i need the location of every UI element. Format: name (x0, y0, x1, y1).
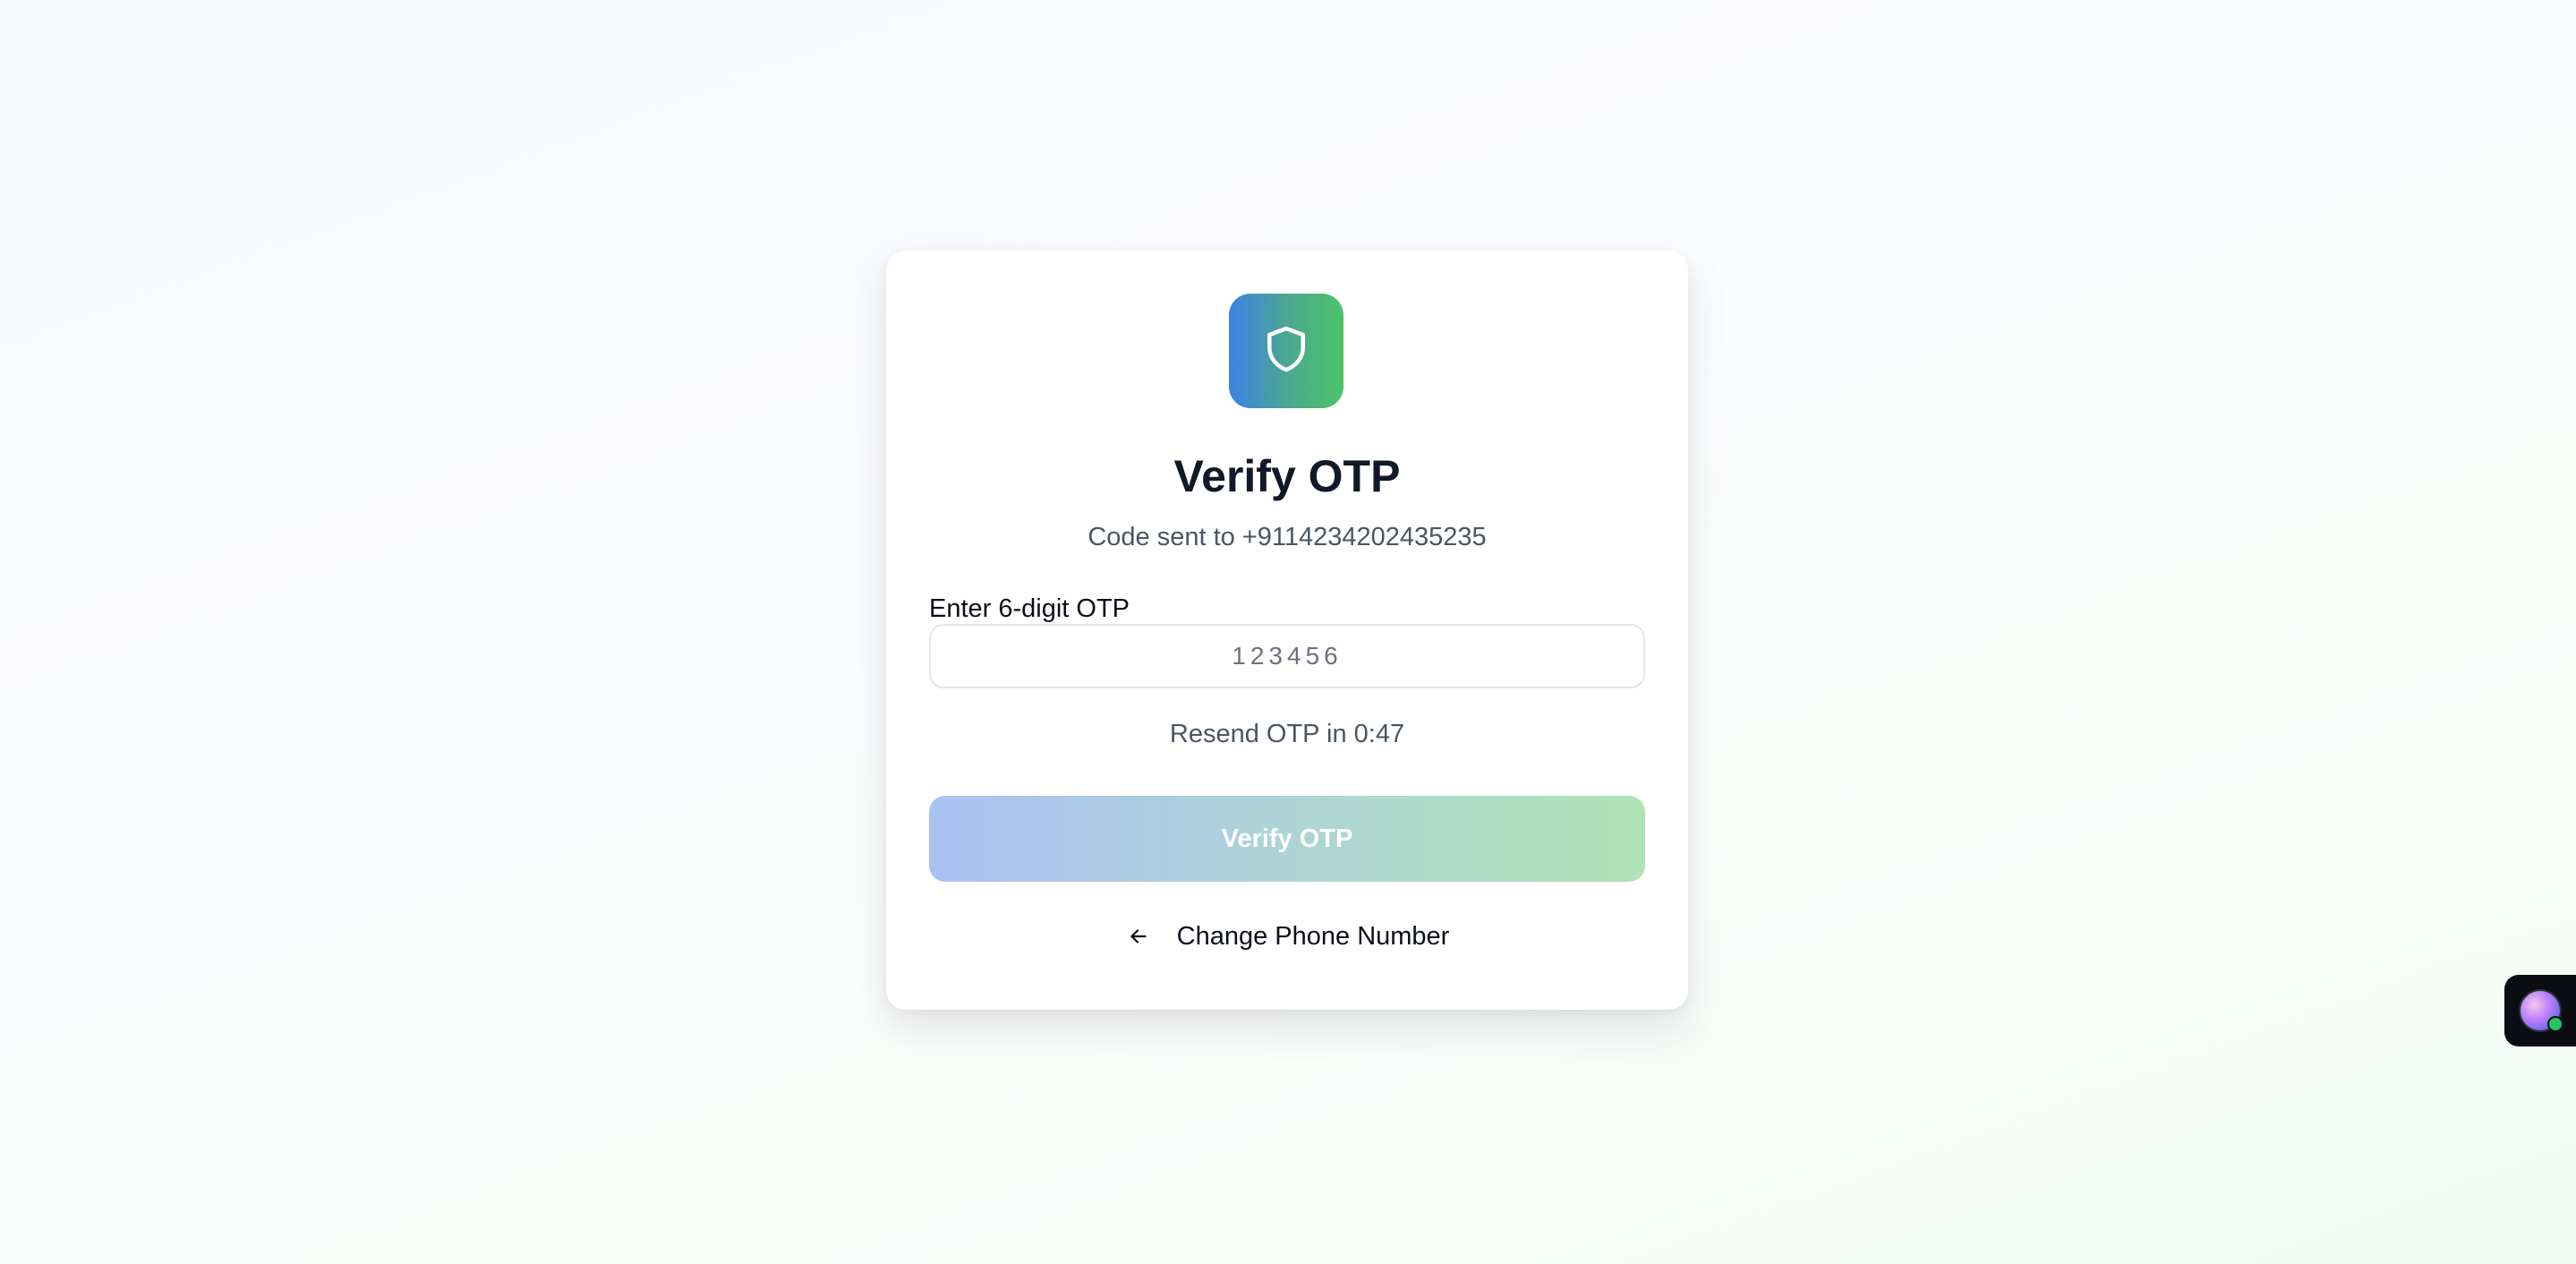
online-status-dot (2547, 1016, 2563, 1032)
otp-field-label: Enter 6-digit OTP (929, 594, 1130, 623)
avatar (2519, 989, 2563, 1032)
otp-input[interactable] (929, 624, 1645, 688)
change-phone-number-label: Change Phone Number (1176, 921, 1450, 951)
code-sent-message: Code sent to +9114234202435235 (1088, 523, 1487, 551)
arrow-left-icon (1125, 923, 1152, 950)
verify-otp-button[interactable]: Verify OTP (929, 796, 1645, 882)
change-phone-number-button[interactable]: Change Phone Number (886, 917, 1688, 956)
shield-icon (1259, 322, 1313, 380)
otp-card: Verify OTP Code sent to +911423420243523… (886, 251, 1688, 1010)
shield-logo (1229, 294, 1343, 408)
assistant-widget[interactable] (2504, 975, 2576, 1046)
resend-timer: Resend OTP in 0:47 (1169, 720, 1405, 748)
page-title: Verify OTP (1173, 451, 1401, 501)
